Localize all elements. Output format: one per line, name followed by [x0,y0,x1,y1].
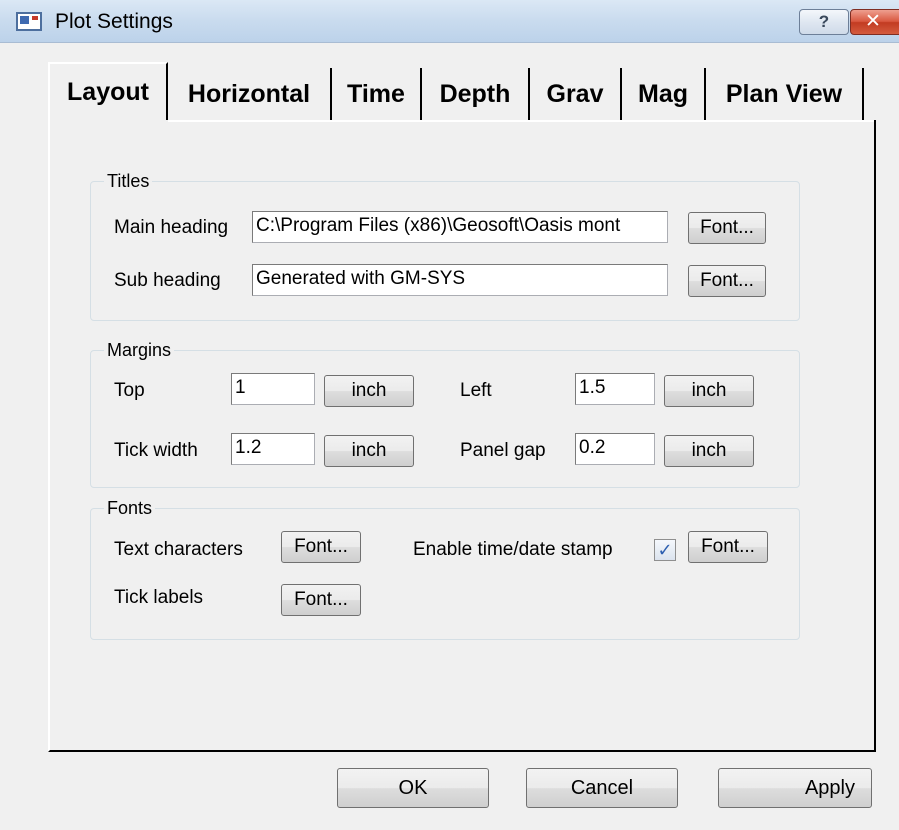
close-button[interactable]: ✕ [850,9,899,35]
main-heading-label: Main heading [114,217,229,238]
top-margin-unit-button[interactable]: inch [324,375,414,407]
timestamp-checkbox[interactable]: ✓ [654,539,676,561]
left-margin-unit-button[interactable]: inch [664,375,754,407]
panel-gap-unit-button[interactable]: inch [664,435,754,467]
window-title: Plot Settings [55,10,173,33]
tab-horizontal[interactable]: Horizontal [168,68,332,120]
margins-group-label: Margins [104,339,175,361]
tick-width-unit-button[interactable]: inch [324,435,414,467]
tick-width-input[interactable]: 1.2 [231,433,315,465]
text-characters-label: Text characters [114,539,243,560]
fonts-group [90,508,800,640]
tab-layout[interactable]: Layout [48,62,168,120]
tab-mag[interactable]: Mag [622,68,706,120]
apply-button[interactable]: Apply [718,768,872,808]
sub-heading-font-button[interactable]: Font... [688,265,766,297]
tab-time[interactable]: Time [332,68,422,120]
left-margin-label: Left [460,380,492,401]
tab-grav[interactable]: Grav [530,68,622,120]
cancel-button[interactable]: Cancel [526,768,678,808]
app-icon [16,12,42,31]
top-margin-input[interactable]: 1 [231,373,315,405]
top-margin-label: Top [114,380,145,401]
tick-width-label: Tick width [114,440,198,461]
panel-gap-label: Panel gap [460,440,546,461]
sub-heading-label: Sub heading [114,270,221,291]
help-button[interactable]: ? [799,9,849,35]
fonts-group-label: Fonts [104,497,156,519]
tab-depth[interactable]: Depth [422,68,530,120]
tick-labels-label: Tick labels [114,587,204,608]
sub-heading-input[interactable]: Generated with GM-SYS [252,264,668,296]
tick-labels-font-button[interactable]: Font... [281,584,361,616]
text-characters-font-button[interactable]: Font... [281,531,361,563]
tab-plan-view[interactable]: Plan View [706,68,864,120]
titles-group-label: Titles [104,170,153,192]
panel-gap-input[interactable]: 0.2 [575,433,655,465]
title-bar[interactable]: Plot Settings ? ✕ [0,0,899,43]
ok-button[interactable]: OK [337,768,489,808]
timestamp-label: Enable time/date stamp [413,539,613,560]
main-heading-font-button[interactable]: Font... [688,212,766,244]
margins-group [90,350,800,488]
titles-group [90,181,800,321]
main-heading-input[interactable]: C:\Program Files (x86)\Geosoft\Oasis mon… [252,211,668,243]
left-margin-input[interactable]: 1.5 [575,373,655,405]
timestamp-font-button[interactable]: Font... [688,531,768,563]
